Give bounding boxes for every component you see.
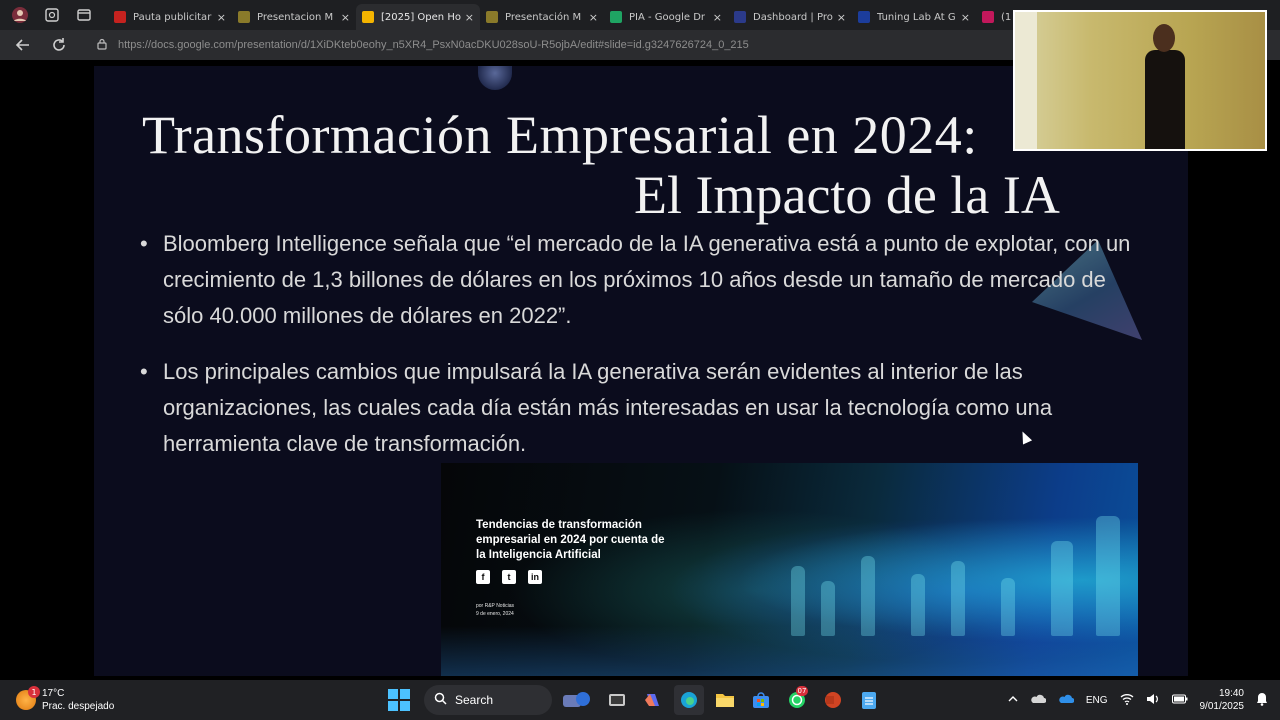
taskbar: 1 17°C Prac. despejado Search 07 ENG 19:… bbox=[0, 680, 1280, 720]
whatsapp-icon[interactable]: 07 bbox=[782, 685, 812, 715]
tab-title: Presentación M bbox=[505, 11, 582, 23]
tab-title: Pauta publicitar bbox=[133, 11, 212, 23]
clock[interactable]: 19:40 9/01/2025 bbox=[1200, 687, 1245, 713]
webcam-overlay bbox=[1013, 10, 1267, 151]
tab-favicon-icon bbox=[238, 11, 250, 23]
presenter-head bbox=[1153, 24, 1175, 52]
tab-close-icon[interactable]: × bbox=[589, 11, 598, 24]
article-author: por R&P Noticias bbox=[476, 603, 514, 609]
tab-title: Dashboard | Pro bbox=[753, 11, 833, 23]
system-tray: ENG 19:40 9/01/2025 bbox=[1008, 680, 1268, 720]
presenter bbox=[1145, 24, 1187, 149]
linkedin-icon: in bbox=[528, 570, 542, 584]
task-view-icon[interactable] bbox=[602, 685, 632, 715]
browser-tab[interactable]: Tuning Lab At G × bbox=[852, 4, 976, 30]
tab-close-icon[interactable]: × bbox=[465, 11, 474, 24]
taskbar-search[interactable]: Search bbox=[424, 685, 552, 715]
tab-close-icon[interactable]: × bbox=[713, 11, 722, 24]
widgets-icon[interactable] bbox=[558, 685, 596, 715]
site-info-icon[interactable] bbox=[96, 38, 108, 53]
language-indicator[interactable]: ENG bbox=[1086, 695, 1108, 706]
extensions-icon[interactable] bbox=[40, 3, 64, 27]
notepad-icon[interactable] bbox=[854, 685, 884, 715]
bullet-item: Bloomberg Intelligence señala que “el me… bbox=[140, 226, 1140, 334]
tab-title: [2025] Open Ho bbox=[381, 11, 461, 23]
notification-bell-icon[interactable] bbox=[1256, 692, 1268, 709]
tab-favicon-icon bbox=[858, 11, 870, 23]
reload-icon[interactable] bbox=[46, 32, 72, 58]
search-label: Search bbox=[455, 693, 494, 707]
article-date: 9 de enero, 2024 bbox=[476, 611, 514, 617]
url-bar[interactable]: https://docs.google.com/presentation/d/1… bbox=[86, 33, 986, 57]
slide[interactable]: Transformación Empresarial en 2024: El I… bbox=[94, 66, 1188, 676]
browser-tab[interactable]: PIA - Google Dr × bbox=[604, 4, 728, 30]
weather-badge: 1 bbox=[28, 686, 40, 698]
weather-sun-icon: 1 bbox=[16, 686, 40, 710]
tab-list: Pauta publicitar × Presentacion M × [2025] O… bbox=[108, 0, 1100, 30]
tab-title: PIA - Google Dr bbox=[629, 11, 706, 23]
hologram-figure bbox=[951, 561, 965, 636]
tab-favicon-icon bbox=[486, 11, 498, 23]
store-icon[interactable] bbox=[746, 685, 776, 715]
volume-icon[interactable] bbox=[1146, 693, 1160, 708]
hologram-figure bbox=[1096, 516, 1120, 636]
decorative-orb bbox=[478, 66, 512, 90]
article-image: Tendencias de transformación empresarial… bbox=[441, 463, 1138, 676]
whatsapp-badge: 07 bbox=[796, 686, 808, 696]
presenter-body bbox=[1145, 50, 1185, 149]
battery-icon[interactable] bbox=[1171, 694, 1188, 707]
twitter-icon: t bbox=[502, 570, 516, 584]
tab-close-icon[interactable]: × bbox=[341, 11, 350, 24]
url-text: https://docs.google.com/presentation/d/1… bbox=[118, 39, 749, 51]
weather-desc: Prac. despejado bbox=[42, 701, 115, 712]
onedrive-business-icon[interactable] bbox=[1058, 694, 1075, 707]
bullet-item: Los principales cambios que impulsará la… bbox=[140, 354, 1140, 462]
tab-title: Presentacion M bbox=[257, 11, 334, 23]
windows-start-icon[interactable] bbox=[388, 689, 410, 711]
browser-tab[interactable]: Presentacion M × bbox=[232, 4, 356, 30]
tab-overview-icon[interactable] bbox=[72, 3, 96, 27]
browser-tab[interactable]: Pauta publicitar × bbox=[108, 4, 232, 30]
tab-favicon-icon bbox=[362, 11, 374, 23]
tab-close-icon[interactable]: × bbox=[217, 11, 226, 24]
tab-favicon-icon bbox=[734, 11, 746, 23]
article-byline: por R&P Noticias 9 de enero, 2024 bbox=[476, 602, 514, 618]
slide-title-line-1: Transformación Empresarial en 2024: bbox=[142, 105, 978, 165]
slide-title-line-2: El Impacto de la IA bbox=[634, 165, 1060, 225]
tab-close-icon[interactable]: × bbox=[837, 11, 846, 24]
article-title: Tendencias de transformación empresarial… bbox=[476, 519, 665, 561]
copilot-icon[interactable] bbox=[638, 685, 668, 715]
clock-date: 9/01/2025 bbox=[1199, 701, 1245, 712]
browser-tab[interactable]: Presentación M × bbox=[480, 4, 604, 30]
weather-text: 17°C Prac. despejado bbox=[42, 687, 114, 713]
edge-browser-icon[interactable] bbox=[674, 685, 704, 715]
tab-close-icon[interactable]: × bbox=[961, 11, 970, 24]
article-social-links: f t in bbox=[476, 570, 542, 584]
browser-profile-icon[interactable] bbox=[8, 3, 32, 27]
powerpoint-icon[interactable] bbox=[818, 685, 848, 715]
hologram-floor bbox=[441, 626, 1138, 676]
facebook-icon: f bbox=[476, 570, 490, 584]
clock-time: 19:40 bbox=[1218, 688, 1244, 699]
browser-tab[interactable]: [2025] Open Ho × bbox=[356, 4, 480, 30]
tab-favicon-icon bbox=[114, 11, 126, 23]
tab-favicon-icon bbox=[610, 11, 622, 23]
onedrive-icon[interactable] bbox=[1030, 694, 1047, 707]
wifi-icon[interactable] bbox=[1120, 693, 1134, 708]
bullet-list: Bloomberg Intelligence señala que “el me… bbox=[140, 226, 1140, 482]
tab-favicon-icon bbox=[982, 11, 994, 23]
chevron-up-icon[interactable] bbox=[1008, 694, 1018, 707]
tab-title: Tuning Lab At G bbox=[877, 11, 956, 23]
taskbar-apps: Search 07 bbox=[388, 680, 884, 720]
webcam-wall bbox=[1015, 12, 1037, 149]
weather-temp: 17°C bbox=[42, 688, 65, 699]
browser-tab[interactable]: Dashboard | Pro × bbox=[728, 4, 852, 30]
back-arrow-icon[interactable] bbox=[10, 32, 36, 58]
file-explorer-icon[interactable] bbox=[710, 685, 740, 715]
weather-widget[interactable]: 1 17°C Prac. despejado bbox=[16, 686, 114, 713]
presentation-stage: Transformación Empresarial en 2024: El I… bbox=[0, 60, 1280, 678]
hologram-figure bbox=[1051, 541, 1073, 636]
search-icon bbox=[434, 692, 447, 708]
hologram-figure bbox=[861, 556, 875, 636]
